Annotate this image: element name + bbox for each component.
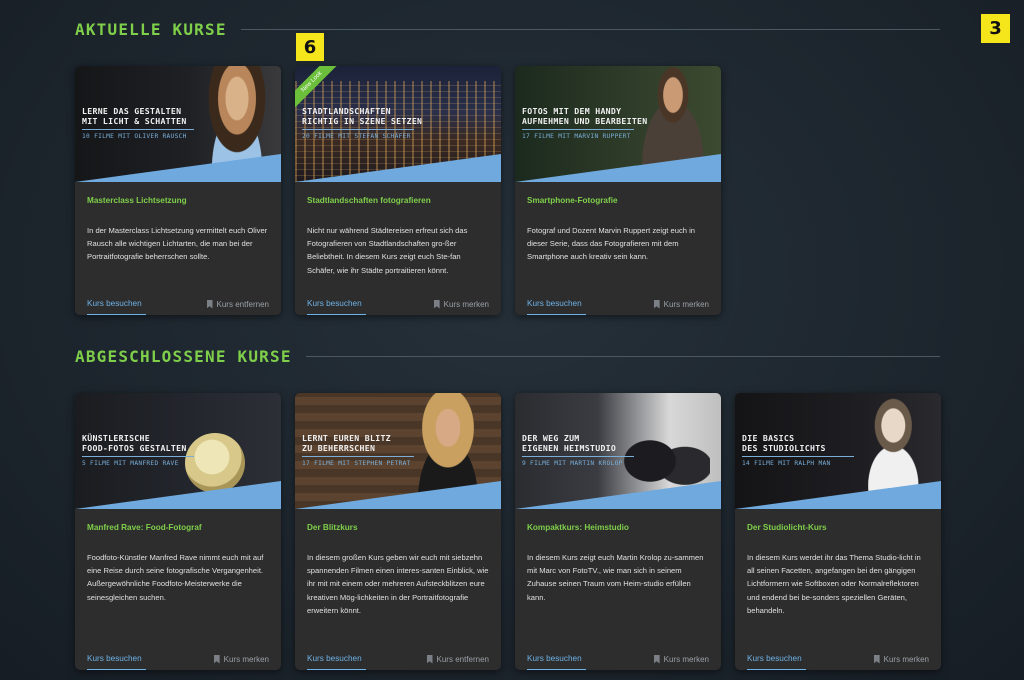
thumbnail-subtitle: 10 FILME MIT OLIVER RAUSCH	[82, 133, 187, 140]
thumbnail-rule	[522, 456, 634, 457]
course-card[interactable]: DER WEG ZUM EIGENEN HEIMSTUDIO 9 FILME M…	[515, 393, 721, 670]
thumbnail-rule	[742, 456, 854, 457]
divider	[305, 355, 940, 357]
thumbnail-wedge	[295, 481, 501, 509]
thumbnail-rule	[82, 456, 194, 457]
course-card[interactable]: FOTOS MIT DEM HANDY AUFNEHMEN UND BEARBE…	[515, 66, 721, 315]
visit-course-link[interactable]: Kurs besuchen	[747, 654, 806, 670]
thumbnail-subtitle: 17 FILME MIT MARVIN RUPPERT	[522, 133, 631, 140]
action-label: Kurs merken	[663, 299, 709, 309]
visit-course-link[interactable]: Kurs besuchen	[527, 654, 586, 670]
section-title: ABGESCHLOSSENE KURSE	[75, 346, 292, 366]
section-title: AKTUELLE KURSE	[75, 19, 227, 39]
course-thumbnail[interactable]: FOTOS MIT DEM HANDY AUFNEHMEN UND BEARBE…	[515, 66, 721, 182]
thumbnail-subtitle: 9 FILME MIT MARTIN KROLOP	[522, 460, 623, 467]
course-title[interactable]: Manfred Rave: Food-Fotograf	[87, 523, 269, 551]
course-card[interactable]: LERNT EUREN BLITZ ZU BEHERRSCHEN 17 FILM…	[295, 393, 501, 670]
action-label: Kurs entfernen	[216, 299, 269, 309]
bookmark-course-button[interactable]: Kurs merken	[653, 299, 709, 315]
visit-course-link[interactable]: Kurs besuchen	[87, 654, 146, 670]
thumbnail-overlay: DIE BASICS DES STUDIOLICHTS 14 FILME MIT…	[742, 433, 854, 467]
course-card[interactable]: New Look STADTLANDSCHAFTEN RICHTIG IN SZ…	[295, 66, 501, 315]
course-description: Foodfoto-Künstler Manfred Rave nimmt euc…	[87, 553, 264, 602]
bookmark-course-button[interactable]: Kurs merken	[213, 654, 269, 670]
thumbnail-subtitle: 17 FILME MIT STEPHEN PETRAT	[302, 460, 411, 467]
course-thumbnail[interactable]: DER WEG ZUM EIGENEN HEIMSTUDIO 9 FILME M…	[515, 393, 721, 509]
thumbnail-subtitle: 14 FILME MIT RALPH MAN	[742, 460, 831, 467]
thumbnail-wedge	[75, 481, 281, 509]
course-title[interactable]: Kompaktkurs: Heimstudio	[527, 523, 709, 551]
thumbnail-rule	[302, 129, 414, 130]
thumbnail-subtitle: 5 FILME MIT MANFRED RAVE	[82, 460, 179, 467]
divider	[240, 28, 940, 30]
visit-course-link[interactable]: Kurs besuchen	[307, 654, 366, 670]
course-thumbnail[interactable]: LERNT EUREN BLITZ ZU BEHERRSCHEN 17 FILM…	[295, 393, 501, 509]
course-title[interactable]: Stadtlandschaften fotografieren	[307, 196, 489, 224]
action-label: Kurs entfernen	[436, 654, 489, 664]
thumbnail-wedge	[515, 481, 721, 509]
thumbnail-title: DER WEG ZUM EIGENEN HEIMSTUDIO	[522, 433, 617, 453]
course-description: In diesem Kurs werdet ihr das Thema Stud…	[747, 553, 921, 615]
step-badge: 3	[981, 14, 1010, 43]
thumbnail-wedge	[75, 154, 281, 182]
thumbnail-overlay: LERNE DAS GESTALTEN MIT LICHT & SCHATTEN…	[82, 106, 194, 140]
thumbnail-overlay: STADTLANDSCHAFTEN RICHTIG IN SZENE SETZE…	[302, 106, 422, 140]
course-thumbnail[interactable]: New Look STADTLANDSCHAFTEN RICHTIG IN SZ…	[295, 66, 501, 182]
section-header-current: AKTUELLE KURSE	[75, 17, 940, 41]
course-description: In diesem großen Kurs geben wir euch mit…	[307, 553, 489, 615]
bookmark-icon	[426, 654, 433, 664]
action-label: Kurs merken	[443, 299, 489, 309]
action-label: Kurs merken	[883, 654, 929, 664]
section-header-completed: ABGESCHLOSSENE KURSE	[75, 344, 940, 368]
bookmark-icon	[213, 654, 220, 664]
course-title[interactable]: Smartphone-Fotografie	[527, 196, 709, 224]
thumbnail-title: KÜNSTLERISCHE FOOD-FOTOS GESTALTEN	[82, 433, 187, 453]
thumbnail-wedge	[735, 481, 941, 509]
thumbnail-wedge	[295, 154, 501, 182]
thumbnail-title: LERNE DAS GESTALTEN MIT LICHT & SCHATTEN	[82, 106, 187, 126]
thumbnail-title: STADTLANDSCHAFTEN RICHTIG IN SZENE SETZE…	[302, 106, 423, 126]
thumbnail-wedge	[515, 154, 721, 182]
remove-course-button[interactable]: Kurs entfernen	[206, 299, 269, 315]
thumbnail-overlay: LERNT EUREN BLITZ ZU BEHERRSCHEN 17 FILM…	[302, 433, 414, 467]
bookmark-course-button[interactable]: Kurs merken	[433, 299, 489, 315]
thumbnail-overlay: KÜNSTLERISCHE FOOD-FOTOS GESTALTEN 5 FIL…	[82, 433, 194, 467]
thumbnail-overlay: DER WEG ZUM EIGENEN HEIMSTUDIO 9 FILME M…	[522, 433, 634, 467]
visit-course-link[interactable]: Kurs besuchen	[527, 299, 586, 315]
bookmark-icon	[653, 654, 660, 664]
step-badge: 6	[296, 33, 324, 61]
bookmark-course-button[interactable]: Kurs merken	[653, 654, 709, 670]
course-description: Nicht nur während Städtereisen erfreut s…	[307, 226, 468, 275]
course-card[interactable]: DIE BASICS DES STUDIOLICHTS 14 FILME MIT…	[735, 393, 941, 670]
thumbnail-title: DIE BASICS DES STUDIOLICHTS	[742, 433, 826, 453]
course-thumbnail[interactable]: DIE BASICS DES STUDIOLICHTS 14 FILME MIT…	[735, 393, 941, 509]
course-description: In diesem Kurs zeigt euch Martin Krolop …	[527, 553, 704, 602]
course-description: Fotograf und Dozent Marvin Ruppert zeigt…	[527, 226, 695, 262]
thumbnail-rule	[302, 456, 414, 457]
course-title[interactable]: Masterclass Lichtsetzung	[87, 196, 269, 224]
bookmark-icon	[653, 299, 660, 309]
course-thumbnail[interactable]: KÜNSTLERISCHE FOOD-FOTOS GESTALTEN 5 FIL…	[75, 393, 281, 509]
course-title[interactable]: Der Studiolicht-Kurs	[747, 523, 929, 551]
thumbnail-rule	[522, 129, 634, 130]
remove-course-button[interactable]: Kurs entfernen	[426, 654, 489, 670]
thumbnail-rule	[82, 129, 194, 130]
bookmark-icon	[433, 299, 440, 309]
visit-course-link[interactable]: Kurs besuchen	[307, 299, 366, 315]
course-card[interactable]: KÜNSTLERISCHE FOOD-FOTOS GESTALTEN 5 FIL…	[75, 393, 281, 670]
thumbnail-title: FOTOS MIT DEM HANDY AUFNEHMEN UND BEARBE…	[522, 106, 648, 126]
action-label: Kurs merken	[223, 654, 269, 664]
thumbnail-overlay: FOTOS MIT DEM HANDY AUFNEHMEN UND BEARBE…	[522, 106, 648, 140]
course-description: In der Masterclass Lichtsetzung vermitte…	[87, 226, 268, 262]
thumbnail-title: LERNT EUREN BLITZ ZU BEHERRSCHEN	[302, 433, 391, 453]
thumbnail-subtitle: 20 FILME MIT STEFAN SCHÄFER	[302, 133, 411, 140]
course-card[interactable]: LERNE DAS GESTALTEN MIT LICHT & SCHATTEN…	[75, 66, 281, 315]
bookmark-course-button[interactable]: Kurs merken	[873, 654, 929, 670]
visit-course-link[interactable]: Kurs besuchen	[87, 299, 146, 315]
bookmark-icon	[206, 299, 213, 309]
bookmark-icon	[873, 654, 880, 664]
course-title[interactable]: Der Blitzkurs	[307, 523, 489, 551]
action-label: Kurs merken	[663, 654, 709, 664]
course-thumbnail[interactable]: LERNE DAS GESTALTEN MIT LICHT & SCHATTEN…	[75, 66, 281, 182]
